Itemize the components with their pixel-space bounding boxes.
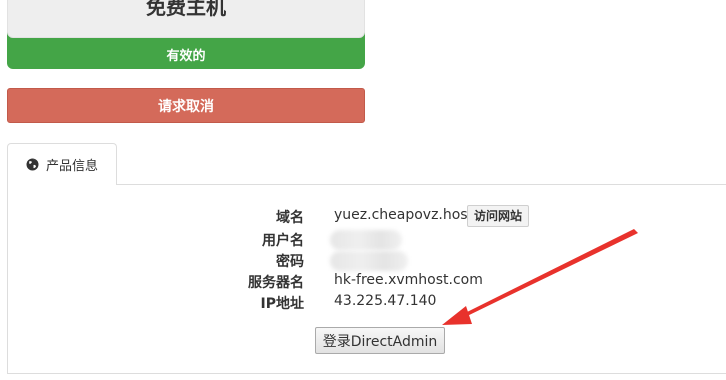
tab-product-info[interactable]: 产品信息 [7, 143, 117, 185]
tab-label: 产品信息 [46, 159, 99, 174]
arrow-shaft [459, 229, 638, 319]
globe-icon [26, 158, 39, 171]
annotation-arrow [442, 229, 638, 325]
arrow-head [442, 306, 472, 325]
